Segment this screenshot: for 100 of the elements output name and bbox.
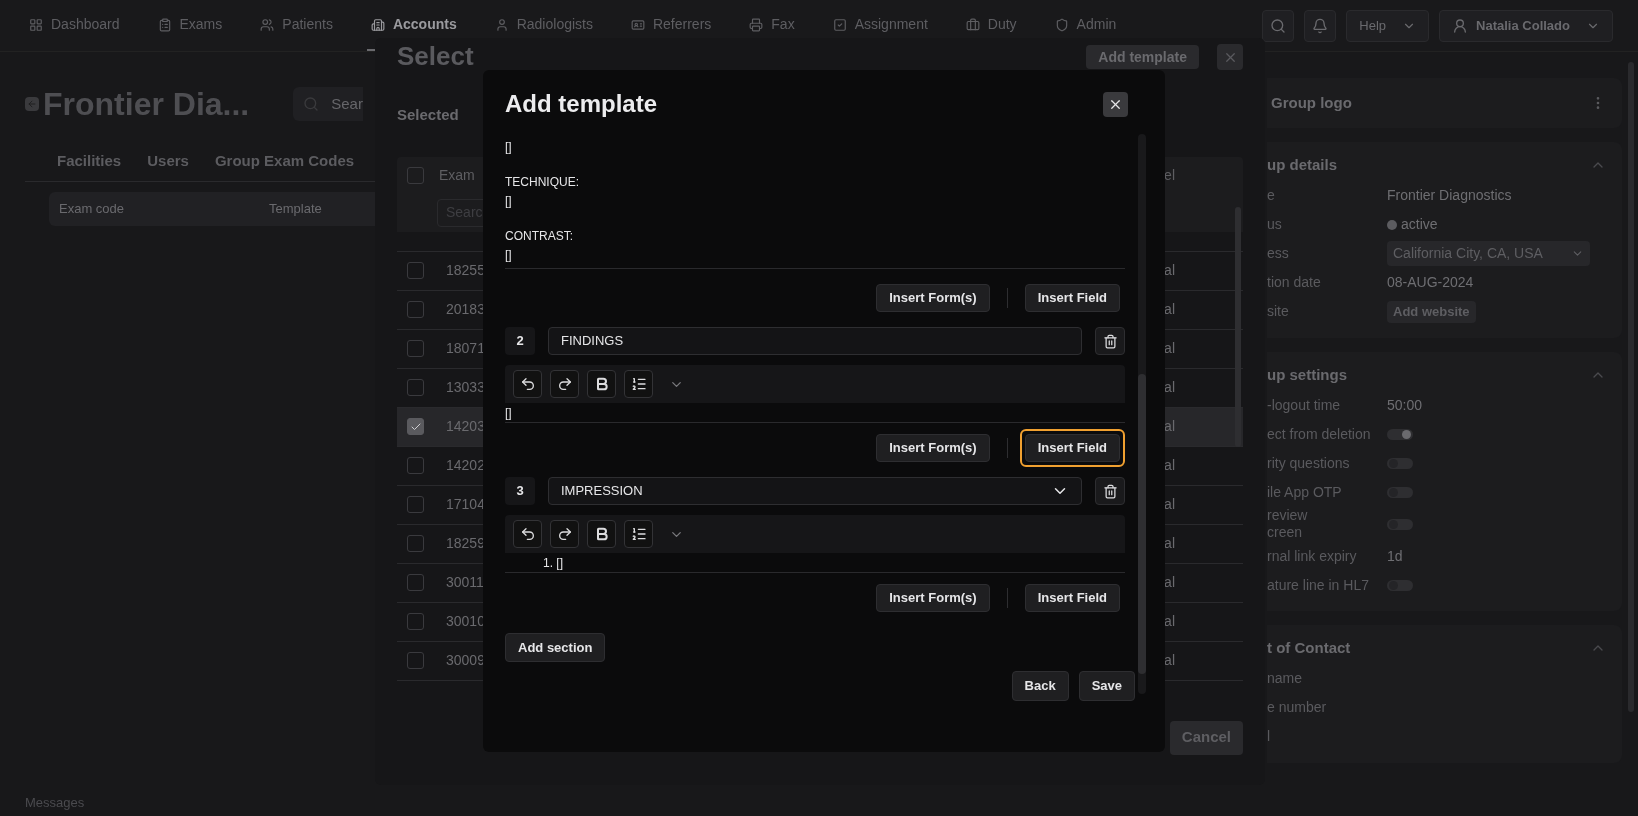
checkbox[interactable] xyxy=(407,166,424,184)
checkbox[interactable] xyxy=(407,457,424,474)
help-dropdown[interactable]: Help xyxy=(1346,9,1430,42)
page-tab[interactable]: Users xyxy=(147,150,189,181)
nav-tab[interactable]: Assignment xyxy=(828,0,932,51)
checkbox[interactable] xyxy=(407,418,424,435)
table-cell-text: al xyxy=(1164,261,1175,280)
field-value: 50:00 xyxy=(1387,395,1423,415)
section-name-select[interactable]: IMPRESSION xyxy=(548,477,1082,505)
field-label: e number xyxy=(1267,699,1328,716)
avatar-icon xyxy=(1452,17,1469,34)
nav-tab[interactable]: Duty xyxy=(961,0,1021,51)
printer-icon xyxy=(749,17,764,32)
nav-tab[interactable]: Patients xyxy=(256,0,337,51)
editor-text: TECHNIQUE: [] xyxy=(505,174,580,210)
table-cell-text: al xyxy=(1164,573,1175,592)
nav-tab[interactable]: Fax xyxy=(745,0,799,51)
undo-icon xyxy=(519,526,536,542)
notifications-button[interactable] xyxy=(1304,9,1337,42)
nav-tab[interactable]: Referrers xyxy=(626,0,716,51)
shield-icon xyxy=(1054,17,1069,32)
add-website-button[interactable]: Add website xyxy=(1387,300,1476,323)
delete-button[interactable] xyxy=(1095,477,1125,505)
search-button[interactable] xyxy=(1262,9,1295,42)
insert-button[interactable]: Insert Form(s) xyxy=(876,434,990,462)
section-name-field[interactable]: FINDINGS xyxy=(548,327,1082,355)
toolbar-button[interactable] xyxy=(587,370,616,398)
numbered-list-icon xyxy=(630,526,647,542)
back-button[interactable] xyxy=(25,97,39,111)
dialog-title: Add template xyxy=(505,89,657,119)
checkbox[interactable] xyxy=(407,496,424,513)
back-button[interactable]: Back xyxy=(1011,671,1069,701)
section-title: up details xyxy=(1267,155,1337,175)
close-button[interactable] xyxy=(1103,91,1128,117)
editor-text: [] xyxy=(505,139,513,156)
insert-button[interactable]: Insert Form(s) xyxy=(876,284,990,312)
exam-code: 17104 xyxy=(446,495,485,514)
page-tab[interactable]: Facilities xyxy=(57,150,122,181)
delete-button[interactable] xyxy=(1095,327,1125,355)
scrollbar[interactable] xyxy=(1235,206,1241,447)
toolbar-button[interactable] xyxy=(550,370,579,398)
field-label: ature line in HL7 xyxy=(1267,576,1370,594)
save-button[interactable]: Save xyxy=(1078,671,1135,701)
insert-button[interactable]: Insert Field xyxy=(1024,584,1120,612)
toolbar-button[interactable] xyxy=(513,370,542,398)
insert-button[interactable]: Insert Field xyxy=(1024,434,1120,462)
table-cell-text: al xyxy=(1164,417,1175,436)
insert-button[interactable]: Insert Field xyxy=(1024,284,1120,312)
field-label: -logout time xyxy=(1267,396,1342,414)
search-icon xyxy=(303,96,320,112)
table-cell-text: al xyxy=(1164,651,1175,670)
table-cell-text: al xyxy=(1164,339,1175,358)
toolbar-button[interactable] xyxy=(624,520,653,548)
section-title: Group logo xyxy=(1271,92,1352,113)
column-header: Template xyxy=(269,200,322,219)
table-cell-text: al xyxy=(1164,456,1175,475)
field-label: tion date xyxy=(1267,274,1322,291)
checkbox[interactable] xyxy=(407,379,424,396)
exam-code: 30011 xyxy=(446,573,484,592)
field-label: l xyxy=(1267,728,1272,745)
page-tab[interactable]: Group Exam Codes xyxy=(214,150,355,181)
toolbar-button[interactable] xyxy=(550,520,579,548)
nav-tab[interactable]: Dashboard xyxy=(25,0,124,51)
checkbox[interactable] xyxy=(407,613,424,630)
field-label: name xyxy=(1267,670,1304,687)
editor-text: [] xyxy=(505,404,512,422)
toolbar-button[interactable] xyxy=(587,520,616,548)
exam-code: 18071 xyxy=(446,339,485,358)
column-header: el xyxy=(1164,165,1175,185)
editor-text: CONTRAST: [] xyxy=(505,228,574,264)
checkbox[interactable] xyxy=(407,535,424,552)
column-header: Exam xyxy=(439,165,475,185)
checkbox[interactable] xyxy=(407,340,424,357)
field-label: e xyxy=(1267,187,1276,204)
scrollbar[interactable] xyxy=(1138,374,1146,674)
checkbox[interactable] xyxy=(407,574,424,591)
nav-tab[interactable]: Exams xyxy=(153,0,227,51)
field-label: us xyxy=(1267,216,1283,233)
toolbar-button[interactable] xyxy=(624,370,653,398)
field-label: rnal link expiry xyxy=(1267,547,1358,565)
nav-tab[interactable]: Radiologists xyxy=(490,0,597,51)
building-icon xyxy=(370,17,385,32)
checkbox[interactable] xyxy=(407,301,424,318)
checkbox[interactable] xyxy=(407,652,424,669)
checkbox[interactable] xyxy=(407,262,424,279)
address-select[interactable]: California City, CA, USA xyxy=(1387,241,1590,266)
section-title: up settings xyxy=(1267,364,1347,385)
insert-button[interactable]: Insert Form(s) xyxy=(876,584,990,612)
add-section-button[interactable]: Add section xyxy=(505,633,606,662)
redo-icon xyxy=(556,526,573,542)
field-value: 1d xyxy=(1387,546,1403,566)
search-field[interactable]: Sear xyxy=(293,87,364,121)
field-label: site xyxy=(1267,303,1290,320)
user-dropdown[interactable]: Natalia Collado xyxy=(1439,9,1613,42)
field-value: Frontier Diagnostics xyxy=(1387,186,1512,205)
toggle-switch[interactable] xyxy=(1387,428,1413,440)
add-template-button[interactable]: Add template xyxy=(1086,45,1199,69)
field-label: rity questions xyxy=(1267,454,1351,472)
toolbar-button[interactable] xyxy=(513,520,542,548)
bell-icon xyxy=(1312,17,1329,34)
